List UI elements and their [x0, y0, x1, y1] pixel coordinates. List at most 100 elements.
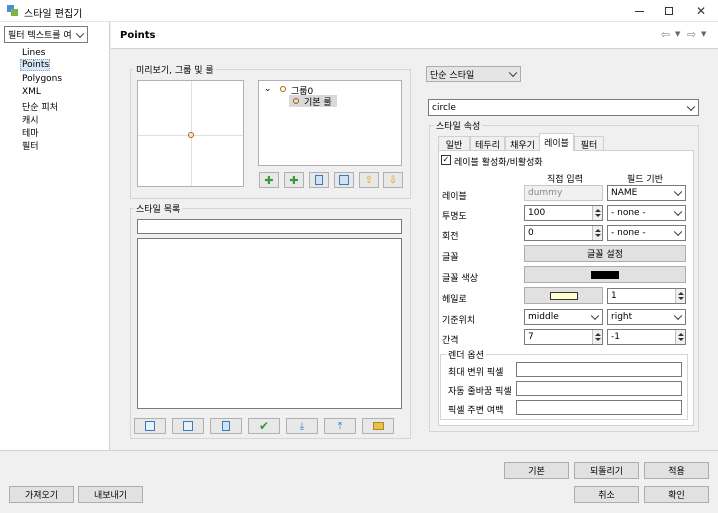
chevron-down-icon — [508, 68, 518, 78]
halo-radius-input[interactable]: 1 — [607, 288, 686, 304]
max-displacement-input[interactable] — [516, 362, 682, 377]
symbol-select[interactable]: circle — [428, 99, 699, 116]
sidebar-item-lines[interactable]: Lines — [22, 48, 45, 58]
tree-group-icon — [280, 86, 286, 92]
row-halo-name: 헤일로 — [442, 295, 467, 305]
folder-icon — [372, 422, 384, 430]
tab-stroke[interactable]: 테두리 — [470, 136, 505, 151]
revert-button[interactable]: 되돌리기 — [574, 462, 639, 479]
sidebar-item-simple-feature[interactable]: 단순 피처 — [22, 100, 58, 113]
delete-rule-button[interactable] — [309, 172, 329, 188]
sidebar-filter-select[interactable]: 필터 텍스트를 여 — [4, 26, 88, 43]
anchor-h-value: middle — [528, 312, 559, 322]
style-list-label: 스타일 목록 — [134, 202, 183, 215]
footer-divider — [0, 450, 718, 451]
spacing-x-spinner[interactable] — [592, 330, 602, 344]
halo-color-button[interactable] — [524, 287, 603, 304]
add-group-button[interactable]: ✚ — [259, 172, 279, 188]
sidebar-item-cache[interactable]: 캐시 — [22, 113, 39, 126]
maximize-button[interactable] — [654, 0, 684, 22]
style-list-box[interactable] — [137, 238, 402, 409]
trash-icon — [315, 175, 323, 185]
nav-forward-dropdown-icon[interactable]: ▼ — [701, 30, 706, 38]
label-direct-input[interactable]: dummy — [524, 185, 603, 201]
ok-button[interactable]: 확인 — [644, 486, 709, 503]
rotation-spinner[interactable] — [592, 226, 602, 240]
default-button[interactable]: 기본 — [504, 462, 569, 479]
sidebar-item-polygons[interactable]: Polygons — [22, 74, 62, 84]
spacing-y-input[interactable]: -1 — [607, 329, 686, 345]
nav-forward-button[interactable]: ⇨ — [687, 28, 696, 41]
save-style-button[interactable] — [134, 418, 166, 434]
page-title: Points — [120, 30, 156, 41]
chevron-down-icon — [673, 187, 683, 197]
anchor-h-select[interactable]: middle — [524, 309, 603, 325]
tab-fill[interactable]: 채우기 — [505, 136, 540, 151]
tab-filter[interactable]: 필터 — [574, 136, 604, 151]
save-as-style-button[interactable] — [172, 418, 204, 434]
sidebar-item-points[interactable]: Points — [20, 59, 50, 71]
anchor-v-select[interactable]: right — [607, 309, 686, 325]
row-spacing-name: 간격 — [442, 336, 459, 346]
nav-back-button[interactable]: ⇦ — [661, 28, 670, 41]
close-button[interactable]: ✕ — [684, 0, 718, 22]
rotation-field-value: - none - — [611, 228, 646, 238]
chevron-down-icon — [590, 311, 600, 321]
rotation-input[interactable]: 0 — [524, 225, 603, 241]
enable-label-text: 레이블 활성화/비활성화 — [454, 158, 543, 168]
pixel-margin-input[interactable] — [516, 400, 682, 415]
open-folder-button[interactable] — [362, 418, 394, 434]
sidebar-item-xml[interactable]: XML — [22, 87, 41, 97]
enable-label-checkbox[interactable]: ✓ — [441, 155, 451, 165]
render-options-label: 렌더 옵션 — [446, 348, 486, 361]
add-rule-button[interactable]: ✚ — [284, 172, 304, 188]
trash-icon — [222, 421, 230, 431]
style-type-select[interactable]: 단순 스타일 — [426, 66, 521, 82]
sidebar-item-filter[interactable]: 필터 — [22, 139, 39, 152]
export-button[interactable]: 내보내기 — [78, 486, 143, 503]
chevron-down-icon — [75, 29, 85, 38]
sidebar-item-label: Points — [22, 60, 50, 70]
maximize-icon — [665, 7, 673, 15]
pixel-margin-label: 픽셀 주변 여백 — [448, 406, 504, 416]
tab-general[interactable]: 일반 — [438, 136, 470, 151]
import-style-button[interactable]: ⤓ — [286, 418, 318, 434]
tree-rule-item[interactable]: 기본 룰 — [289, 95, 337, 108]
tree-expand-icon[interactable]: ⌄ — [264, 84, 272, 94]
close-icon: ✕ — [695, 4, 707, 18]
font-settings-button[interactable]: 글꼴 설정 — [524, 245, 686, 262]
style-list-filter-input[interactable] — [137, 219, 402, 234]
minimize-button[interactable] — [624, 0, 654, 22]
move-down-button[interactable]: ⇩ — [383, 172, 403, 188]
opacity-input[interactable]: 100 — [524, 205, 603, 221]
tab-label[interactable]: 레이블 — [539, 133, 574, 151]
move-up-button[interactable]: ⇧ — [359, 172, 379, 188]
cancel-button[interactable]: 취소 — [574, 486, 639, 503]
opacity-field-select[interactable]: - none - — [607, 205, 686, 221]
row-font-color-name: 글꼴 색상 — [442, 274, 478, 284]
apply-button[interactable]: 적용 — [644, 462, 709, 479]
rotation-value: 0 — [528, 228, 534, 238]
delete-style-button[interactable] — [210, 418, 242, 434]
max-displacement-label: 최대 변위 픽셀 — [448, 368, 504, 378]
import-button[interactable]: 가져오기 — [9, 486, 74, 503]
halo-radius-spinner[interactable] — [675, 289, 685, 303]
apply-style-button[interactable]: ✔ — [248, 418, 280, 434]
font-color-button[interactable] — [524, 266, 686, 283]
opacity-spinner[interactable] — [592, 206, 602, 220]
label-field-select[interactable]: NAME — [607, 185, 686, 201]
spacing-y-value: -1 — [611, 332, 620, 342]
rotation-field-select[interactable]: - none - — [607, 225, 686, 241]
spacing-y-spinner[interactable] — [675, 330, 685, 344]
auto-wrap-input[interactable] — [516, 381, 682, 396]
save-as-icon — [183, 421, 193, 431]
nav-back-dropdown-icon[interactable]: ▼ — [675, 30, 680, 38]
delete-all-button[interactable] — [334, 172, 354, 188]
row-rotation-name: 회전 — [442, 232, 459, 242]
arrow-down-icon: ⇩ — [388, 174, 398, 186]
sidebar-item-theme[interactable]: 테마 — [22, 126, 39, 139]
row-font-name: 글꼴 — [442, 253, 459, 263]
spacing-x-input[interactable]: 7 — [524, 329, 603, 345]
auto-wrap-label: 자동 줄바꿈 픽셀 — [448, 387, 512, 397]
export-style-button[interactable]: ⤒ — [324, 418, 356, 434]
